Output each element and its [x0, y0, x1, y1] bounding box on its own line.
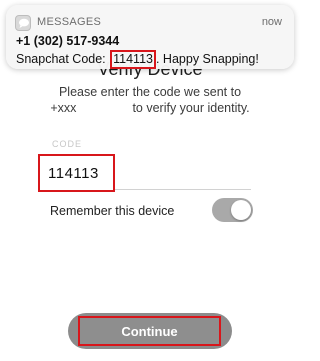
message-bubble-icon: [15, 15, 31, 31]
code-field-highlight: [38, 154, 115, 192]
continue-button[interactable]: Continue: [78, 316, 221, 346]
notification-message: Snapchat Code: 114113. Happy Snapping!: [16, 50, 259, 69]
remember-device-toggle[interactable]: [212, 198, 253, 222]
notification-time: now: [261, 16, 282, 28]
remember-device-label: Remember this device: [50, 204, 175, 218]
instruction-line-2: +xxx to verify your identity.: [0, 100, 300, 116]
masked-phone: +xxx: [50, 101, 77, 115]
code-input[interactable]: [48, 163, 110, 183]
verification-code-highlight: 114113: [110, 50, 156, 69]
notification-sender: +1 (302) 517-9344: [16, 34, 120, 48]
message-prefix: Snapchat Code:: [16, 52, 110, 66]
notification-app-name: MESSAGES: [37, 16, 102, 28]
instructions-text: Please enter the code we sent to +xxx to …: [0, 84, 300, 116]
instruction-line-1: Please enter the code we sent to: [58, 85, 242, 99]
instruction-line-2-suffix: to verify your identity.: [132, 101, 250, 115]
continue-button-container: Continue: [68, 313, 232, 349]
code-field-label: CODE: [52, 139, 83, 149]
message-suffix: . Happy Snapping!: [155, 52, 259, 66]
toggle-knob: [231, 200, 251, 220]
sms-notification-banner[interactable]: MESSAGES now +1 (302) 517-9344 Snapchat …: [6, 5, 294, 69]
